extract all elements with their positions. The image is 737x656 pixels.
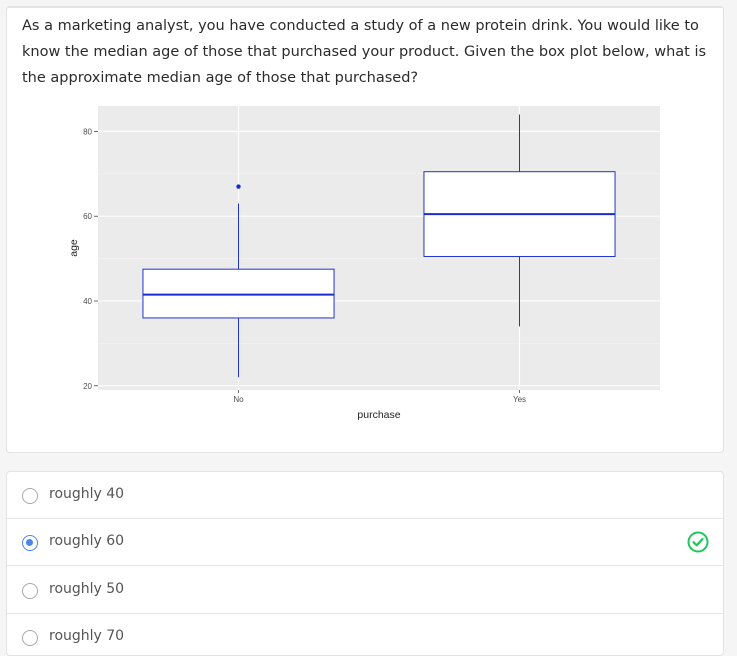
question-card: As a marketing analyst, you have conduct… — [6, 6, 724, 453]
radio-option-2[interactable] — [22, 535, 38, 551]
option-2-label: roughly 60 — [49, 533, 125, 549]
option-2[interactable]: roughly 60 — [7, 519, 723, 566]
option-4[interactable]: roughly 70 — [7, 614, 723, 655]
y-axis-title: age — [68, 239, 80, 257]
y-tick-label: 20 — [83, 382, 92, 391]
x-tick-label: Yes — [513, 395, 526, 404]
option-1-label: roughly 40 — [49, 486, 125, 502]
radio-option-3[interactable] — [22, 583, 38, 599]
radio-option-1[interactable] — [22, 488, 38, 504]
answer-options: roughly 40 roughly 60 roughly 50 roughly… — [6, 471, 724, 656]
x-axis-title: purchase — [357, 409, 400, 421]
x-tick-label: No — [233, 395, 244, 404]
y-tick-label: 80 — [83, 127, 92, 136]
option-1[interactable]: roughly 40 — [7, 472, 723, 519]
box-plot: 20 40 60 80 No Yes purchase age — [7, 7, 725, 454]
option-3[interactable]: roughly 50 — [7, 567, 723, 614]
y-tick-label: 60 — [83, 212, 92, 221]
box-plot-svg: 20 40 60 80 No Yes purchase age — [68, 106, 660, 421]
option-3-label: roughly 50 — [49, 581, 125, 597]
y-tick-label: 40 — [83, 297, 92, 306]
radio-option-4[interactable] — [22, 630, 38, 646]
outlier-point — [236, 184, 241, 189]
check-circle-icon — [687, 531, 709, 553]
option-4-label: roughly 70 — [49, 628, 125, 644]
box-no — [142, 268, 335, 319]
